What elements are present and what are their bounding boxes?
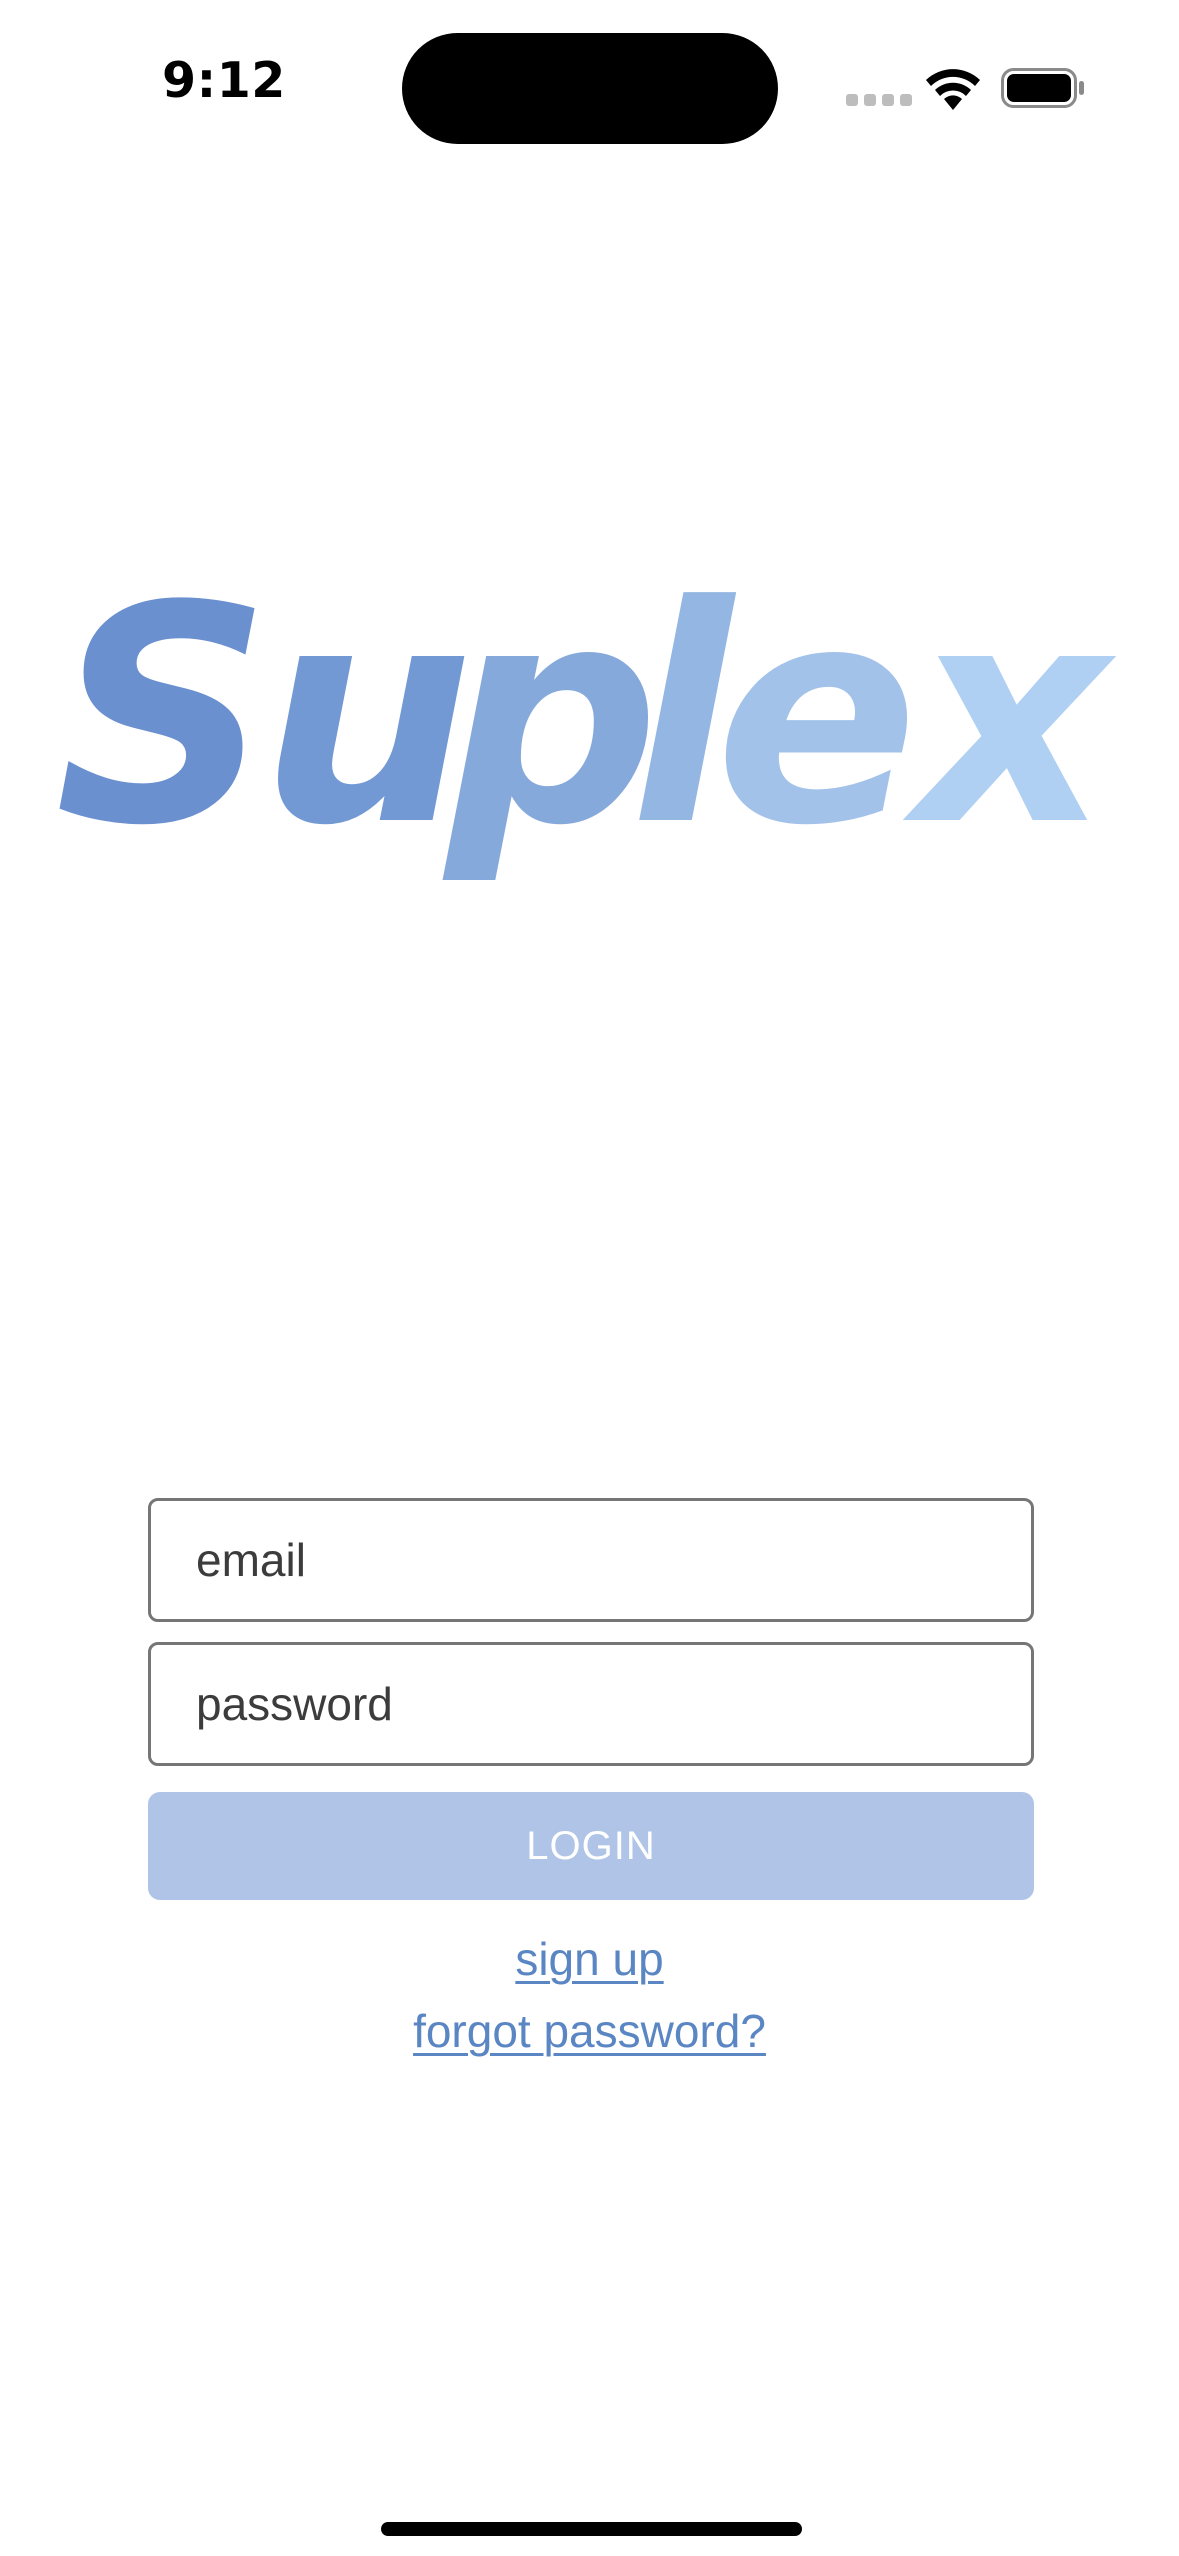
dynamic-island bbox=[402, 33, 778, 144]
cellular-signal-icon bbox=[846, 94, 912, 106]
login-button[interactable]: LOGIN bbox=[148, 1792, 1034, 1900]
email-input[interactable] bbox=[148, 1498, 1034, 1622]
logo-letter: x bbox=[901, 580, 1117, 880]
forgot-password-link-row: forgot password? bbox=[0, 2004, 1179, 2058]
logo-letter: u bbox=[260, 580, 474, 880]
forgot-password-link[interactable]: forgot password? bbox=[413, 2005, 766, 2057]
sign-up-link-row: sign up bbox=[0, 1932, 1179, 1986]
password-input[interactable] bbox=[148, 1642, 1034, 1766]
battery-icon bbox=[1001, 68, 1084, 108]
home-indicator[interactable] bbox=[381, 2522, 802, 2536]
logo-letter: e bbox=[715, 580, 918, 880]
sign-up-link[interactable]: sign up bbox=[515, 1933, 663, 1985]
logo-letter: S bbox=[55, 580, 271, 880]
logo-letter: p bbox=[440, 580, 659, 880]
app-logo: Suplex bbox=[55, 580, 1135, 880]
wifi-icon bbox=[926, 69, 980, 110]
status-time: 9:12 bbox=[162, 52, 286, 109]
